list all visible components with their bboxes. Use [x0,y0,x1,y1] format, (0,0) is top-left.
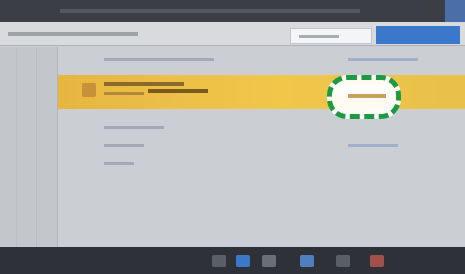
sidebar-divider [36,47,37,247]
folder-icon [82,83,96,97]
selected-list-item[interactable] [58,75,465,109]
file-list [58,47,465,247]
list-item-label [104,162,134,165]
app-window [0,0,465,274]
selected-item-detail [148,89,208,93]
list-item-label [104,144,144,147]
sidebar [0,47,58,247]
list-item-value [348,144,398,147]
search-input[interactable] [290,28,372,44]
list-item-value [348,58,418,61]
taskbar-app-icon[interactable] [370,255,384,267]
list-item-label [104,58,214,61]
annotation-target [348,94,386,98]
list-item-label [104,126,164,129]
search-placeholder [299,35,339,38]
list-item[interactable] [58,155,465,173]
list-item[interactable] [58,119,465,137]
window-control-button[interactable] [445,0,465,22]
sidebar-divider [16,47,17,247]
title-bar [0,0,465,22]
taskbar-app-icon[interactable] [262,255,276,267]
primary-button[interactable] [376,26,460,44]
list-item[interactable] [58,51,465,69]
window-title [60,9,360,13]
selected-item-sublabel [104,92,144,95]
taskbar-app-icon[interactable] [336,255,350,267]
taskbar-app-icon[interactable] [236,255,250,267]
list-item[interactable] [58,137,465,155]
selected-item-label [104,82,184,86]
annotation-circle [327,75,401,119]
breadcrumb [8,32,138,36]
taskbar-app-icon[interactable] [212,255,226,267]
taskbar-app-icon[interactable] [300,255,314,267]
taskbar [0,247,465,274]
